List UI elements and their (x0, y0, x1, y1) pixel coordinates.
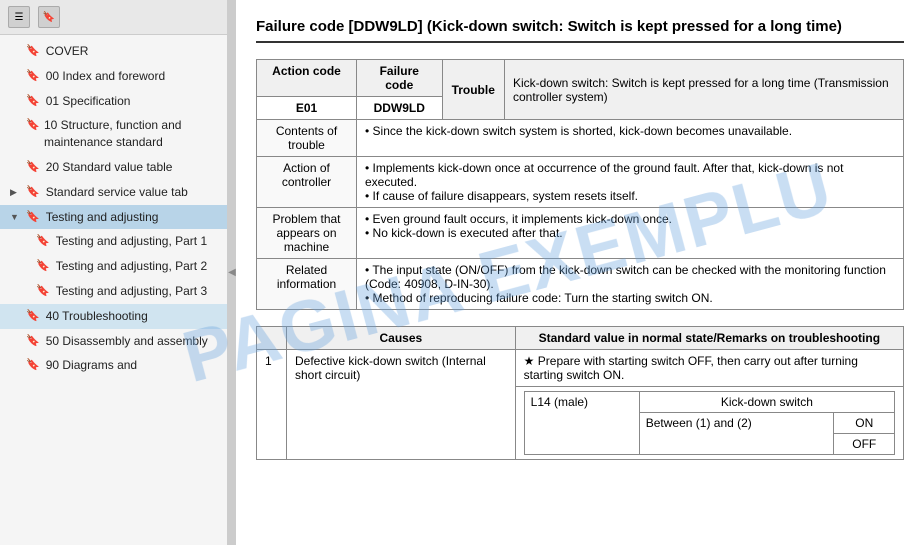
sidebar-toolbar: ☰ 🔖 (0, 0, 227, 35)
failure-code-table: Action code Failure code Trouble Kick-do… (256, 59, 904, 310)
bookmark-button[interactable]: 🔖 (38, 6, 60, 28)
nav-icon-01: 🔖 (26, 94, 40, 109)
sidebar-item-00-index[interactable]: 🔖 00 Index and foreword (0, 64, 227, 89)
nav-icon-40: 🔖 (26, 309, 40, 324)
nav-icon-testing: 🔖 (26, 210, 40, 225)
expand-placeholder (10, 359, 20, 372)
expand-placeholder (10, 45, 20, 58)
expand-placeholder (20, 285, 30, 298)
sidebar-nav: 🔖 COVER 🔖 00 Index and foreword 🔖 01 Spe… (0, 35, 227, 382)
sidebar-label-50: 50 Disassembly and assembly (46, 333, 208, 350)
sidebar-label-10: 10 Structure, function and maintenance s… (44, 117, 219, 151)
sidebar-item-cover[interactable]: 🔖 COVER (0, 39, 227, 64)
sidebar-label-cover: COVER (46, 43, 89, 60)
nav-icon-testing-3: 🔖 (36, 284, 50, 299)
nav-icon-testing-2: 🔖 (36, 259, 50, 274)
menu-button[interactable]: ☰ (8, 6, 30, 28)
causes-table: Causes Standard value in normal state/Re… (256, 326, 904, 460)
col-trouble-desc: Kick-down switch: Switch is kept pressed… (504, 60, 903, 120)
col-action-code: Action code (257, 60, 357, 97)
row-related-header: Related information (257, 259, 357, 310)
sidebar-item-testing-3[interactable]: 🔖 Testing and adjusting, Part 3 (0, 279, 227, 304)
expand-placeholder (10, 95, 20, 108)
sidebar-item-std-service[interactable]: ▶ 🔖 Standard service value tab (0, 180, 227, 205)
sidebar-label-testing-2: Testing and adjusting, Part 2 (56, 258, 207, 275)
row-contents-value: • Since the kick-down switch system is s… (357, 120, 904, 157)
sidebar-label-testing: Testing and adjusting (46, 209, 159, 226)
row-problem-value: • Even ground fault occurs, it implement… (357, 208, 904, 259)
row-related-value: • The input state (ON/OFF) from the kick… (357, 259, 904, 310)
col-trouble-header: Trouble (442, 60, 504, 120)
cause-row-cause: Defective kick-down switch (Internal sho… (287, 350, 516, 460)
nav-icon-50: 🔖 (26, 334, 40, 349)
sidebar-item-10[interactable]: 🔖 10 Structure, function and maintenance… (0, 113, 227, 155)
failure-code-value: DDW9LD (357, 97, 443, 120)
causes-col-num (257, 327, 287, 350)
row-action-header: Action of controller (257, 157, 357, 208)
expand-placeholder (20, 260, 30, 273)
nav-icon-testing-1: 🔖 (36, 234, 50, 249)
cause-row-num: 1 (257, 350, 287, 460)
sidebar-item-40-trouble[interactable]: 🔖 40 Troubleshooting (0, 304, 227, 329)
row-problem-header: Problem that appears on machine (257, 208, 357, 259)
expand-placeholder (10, 70, 20, 83)
sidebar-label-20: 20 Standard value table (46, 159, 173, 176)
menu-icon: ☰ (15, 12, 24, 23)
expand-placeholder (10, 119, 20, 132)
cause-remedy-connector: L14 (male) Kick-down switch Between (1) … (515, 387, 903, 460)
nav-icon-cover: 🔖 (26, 44, 40, 59)
row-contents-header: Contents of trouble (257, 120, 357, 157)
expand-placeholder (10, 310, 20, 323)
expand-placeholder (10, 161, 20, 174)
nav-icon-00: 🔖 (26, 69, 40, 84)
nav-icon-20: 🔖 (26, 160, 40, 175)
nav-icon-90: 🔖 (26, 358, 40, 373)
sidebar-label-01: 01 Specification (46, 93, 131, 110)
sidebar-label-40: 40 Troubleshooting (46, 308, 148, 325)
sidebar-item-testing-1[interactable]: 🔖 Testing and adjusting, Part 1 (0, 229, 227, 254)
sidebar-item-01-spec[interactable]: 🔖 01 Specification (0, 89, 227, 114)
expand-placeholder (10, 335, 20, 348)
sidebar-label-testing-1: Testing and adjusting, Part 1 (56, 233, 207, 250)
nav-icon-std: 🔖 (26, 185, 40, 200)
sidebar: ☰ 🔖 🔖 COVER 🔖 00 Index and foreword 🔖 01… (0, 0, 228, 545)
expand-arrow-testing: ▼ (10, 211, 20, 224)
sidebar-label-90: 90 Diagrams and (46, 357, 137, 374)
sidebar-label-std: Standard service value tab (46, 184, 188, 201)
nav-icon-10: 🔖 (26, 118, 38, 133)
row-action-value: • Implements kick-down once at occurrenc… (357, 157, 904, 208)
bookmark-icon: 🔖 (43, 12, 55, 23)
sidebar-item-50[interactable]: 🔖 50 Disassembly and assembly (0, 329, 227, 354)
cause-remedy-prepare: ★ Prepare with starting switch OFF, then… (515, 350, 903, 387)
sidebar-label-00: 00 Index and foreword (46, 68, 165, 85)
sidebar-item-testing[interactable]: ▼ 🔖 Testing and adjusting (0, 205, 227, 230)
causes-col-standard: Standard value in normal state/Remarks o… (515, 327, 903, 350)
sidebar-item-testing-2[interactable]: 🔖 Testing and adjusting, Part 2 (0, 254, 227, 279)
expand-arrow-std: ▶ (10, 186, 20, 199)
action-code-value: E01 (257, 97, 357, 120)
sidebar-item-20[interactable]: 🔖 20 Standard value table (0, 155, 227, 180)
sidebar-item-90[interactable]: 🔖 90 Diagrams and (0, 353, 227, 378)
causes-col-causes: Causes (287, 327, 516, 350)
col-failure-code: Failure code (357, 60, 443, 97)
expand-placeholder (20, 235, 30, 248)
main-content: Failure code [DDW9LD] (Kick-down switch:… (236, 0, 924, 545)
sidebar-label-testing-3: Testing and adjusting, Part 3 (56, 283, 207, 300)
page-title: Failure code [DDW9LD] (Kick-down switch:… (256, 16, 904, 43)
sidebar-divider[interactable]: ◀ (228, 0, 236, 545)
